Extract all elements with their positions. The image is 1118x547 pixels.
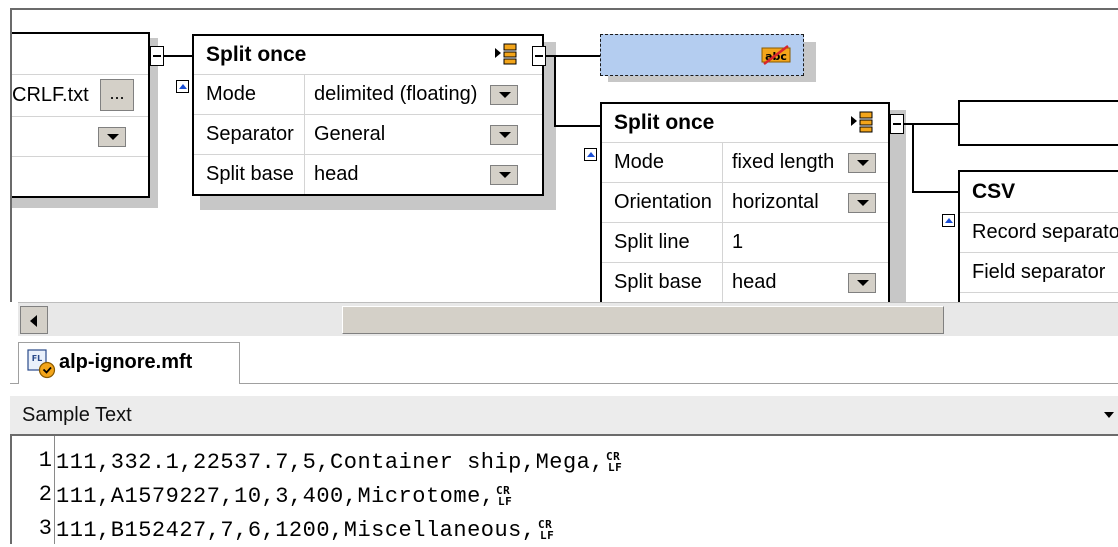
line-text: 111,A1579227,10,3,400,Microtome,	[56, 484, 495, 509]
split2-value-splitbase[interactable]: head	[732, 263, 777, 302]
tab-alp-ignore[interactable]: FL alp-ignore.mft	[18, 342, 240, 384]
split2-value-mode[interactable]: fixed length	[732, 143, 834, 182]
newline-marker-icon: CR LF	[606, 448, 630, 479]
sample-text-editor[interactable]: 1 111,332.1,22537.7,5,Container ship,Meg…	[10, 434, 1118, 544]
split1-label-separator: Separator	[206, 123, 294, 145]
sample-line-2[interactable]: 111,A1579227,10,3,400,Microtome, CR LF	[56, 482, 520, 513]
csv-header: CSV	[960, 172, 1118, 212]
split2-output-connector[interactable]	[890, 114, 904, 134]
split-once-component-2[interactable]: Split once Mode fixed length Orientation…	[600, 102, 890, 302]
tab-label: alp-ignore.mft	[59, 351, 193, 373]
csv-title: CSV	[972, 180, 1016, 203]
file-row: CRLF.txt ...	[12, 74, 148, 116]
left-dropdown-button[interactable]	[98, 127, 126, 147]
split1-title: Split once	[206, 43, 307, 66]
sample-text-panel-header: Sample Text	[10, 396, 1118, 434]
sample-line-1[interactable]: 111,332.1,22537.7,5,Container ship,Mega,…	[56, 448, 630, 479]
svg-text:LF: LF	[540, 529, 554, 540]
scroll-left-arrow-icon[interactable]	[20, 306, 48, 334]
connection-line-5h	[912, 191, 958, 193]
csv-row-partial	[960, 292, 1118, 302]
split2-row-orientation: Orientation horizontal	[602, 182, 888, 222]
line-text: 111,B152427,7,6,1200,Miscellaneous,	[56, 518, 536, 543]
split1-output-connector[interactable]	[532, 46, 546, 66]
split1-splitbase-dropdown[interactable]	[490, 165, 518, 185]
abc-text-icon: abc	[761, 44, 791, 66]
newline-marker-icon: CR LF	[538, 516, 562, 547]
browse-button[interactable]: ...	[100, 79, 134, 111]
line-number-gutter	[54, 436, 55, 544]
connection-line-5v	[912, 123, 914, 193]
split2-header: Split once	[602, 104, 888, 142]
flextext-file-icon: FL	[27, 349, 57, 379]
split1-label-splitbase: Split base	[206, 163, 294, 185]
split1-label-mode: Mode	[206, 83, 257, 105]
split1-header: Split once	[194, 36, 542, 74]
left-empty-row	[12, 156, 148, 198]
line-number: 3	[38, 516, 52, 541]
document-tab-bar: FL alp-ignore.mft	[10, 338, 1118, 384]
csv-row-record-separator: Record separator	[960, 212, 1118, 252]
split1-separator-dropdown[interactable]	[490, 125, 518, 145]
left-output-connector[interactable]	[150, 46, 164, 66]
right-empty-component[interactable]	[958, 100, 1118, 146]
sample-text-title: Sample Text	[22, 404, 132, 426]
horizontal-scrollbar[interactable]	[18, 302, 1118, 336]
split1-row-mode: Mode delimited (floating)	[194, 74, 542, 114]
newline-marker-icon: CR LF	[496, 482, 520, 513]
split1-row-splitbase: Split base head	[194, 154, 542, 194]
line-number: 2	[38, 482, 52, 507]
split2-title: Split once	[614, 111, 715, 134]
split2-options-icon[interactable]	[850, 110, 876, 134]
abc-node-selected[interactable]: abc	[600, 34, 804, 76]
csv-label-record-separator: Record separator	[972, 221, 1118, 243]
split1-mode-dropdown[interactable]	[490, 85, 518, 105]
split1-collapse-toggle[interactable]	[176, 80, 189, 93]
split1-row-separator: Separator General	[194, 114, 542, 154]
split2-value-orientation[interactable]: horizontal	[732, 183, 819, 222]
split1-value-separator[interactable]: General	[314, 115, 385, 154]
split1-options-icon[interactable]	[494, 42, 520, 66]
split2-row-splitline: Split line 1	[602, 222, 888, 262]
split2-collapse-toggle[interactable]	[584, 148, 597, 161]
left-dropdown-row	[12, 116, 148, 156]
left-component-title	[12, 34, 148, 74]
split-once-component-1[interactable]: Split once Mode delimited (floating) Sep…	[192, 34, 544, 196]
split2-splitbase-dropdown[interactable]	[848, 273, 876, 293]
split2-orientation-dropdown[interactable]	[848, 193, 876, 213]
svg-text:FL: FL	[32, 354, 43, 363]
csv-label-field-separator: Field separator	[972, 261, 1106, 283]
left-component[interactable]: CRLF.txt ...	[12, 32, 150, 198]
split2-value-splitline[interactable]: 1	[732, 223, 743, 262]
split1-value-splitbase[interactable]: head	[314, 155, 359, 194]
csv-collapse-toggle[interactable]	[942, 214, 955, 227]
design-canvas[interactable]: CRLF.txt ... Split once Mode delimited (…	[10, 8, 1118, 302]
csv-row-field-separator: Field separator	[960, 252, 1118, 292]
split2-mode-dropdown[interactable]	[848, 153, 876, 173]
csv-component[interactable]: CSV Record separator Field separator	[958, 170, 1118, 302]
split2-label-mode: Mode	[614, 151, 665, 173]
connection-line-3v	[554, 55, 556, 127]
connection-line-1	[164, 55, 194, 57]
split2-label-orientation: Orientation	[614, 191, 712, 213]
split2-row-splitbase: Split base head	[602, 262, 888, 302]
panel-menu-chevron-icon[interactable]	[1104, 412, 1114, 418]
line-text: 111,332.1,22537.7,5,Container ship,Mega,	[56, 450, 605, 475]
split1-value-mode[interactable]: delimited (floating)	[314, 75, 477, 114]
line-number: 1	[38, 448, 52, 473]
svg-text:LF: LF	[608, 461, 622, 472]
split2-label-splitbase: Split base	[614, 271, 702, 293]
split2-label-splitline: Split line	[614, 231, 690, 253]
scroll-thumb[interactable]	[342, 306, 944, 334]
svg-text:LF: LF	[498, 495, 512, 506]
connection-line-3h	[554, 125, 602, 127]
sample-line-3[interactable]: 111,B152427,7,6,1200,Miscellaneous, CR LF	[56, 516, 562, 547]
file-value: CRLF.txt	[12, 84, 89, 106]
split2-row-mode: Mode fixed length	[602, 142, 888, 182]
